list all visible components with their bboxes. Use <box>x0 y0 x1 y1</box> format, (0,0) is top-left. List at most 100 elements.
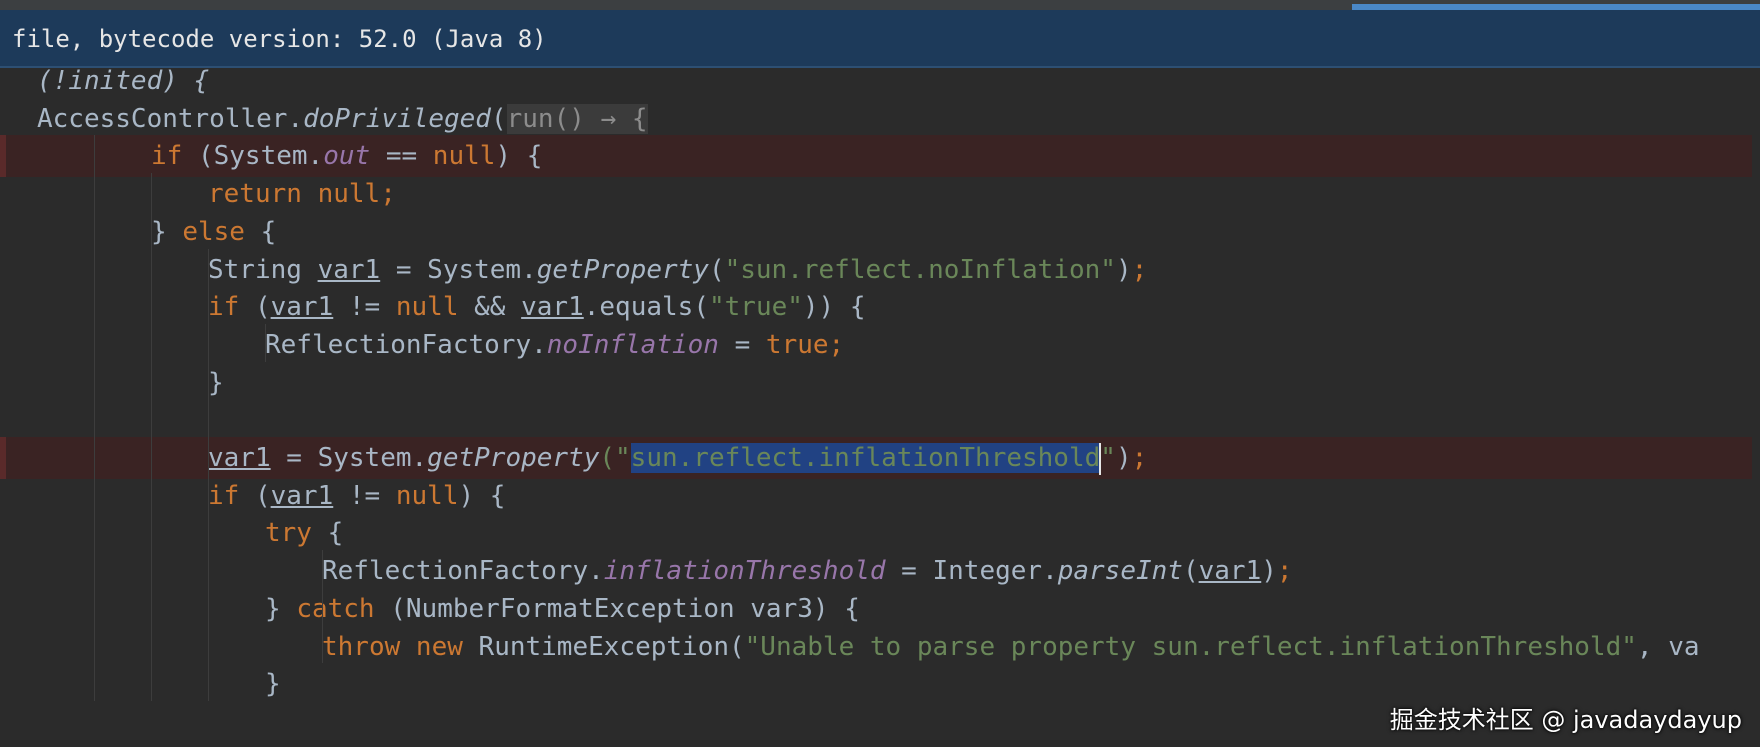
code-token: ; <box>380 179 396 210</box>
code-token: else <box>182 216 245 247</box>
code-token: ( <box>490 103 507 134</box>
code-token: var1 <box>270 480 334 511</box>
code-line[interactable]: } <box>0 663 1760 705</box>
code-token: ) <box>1261 556 1277 587</box>
decompiled-file-banner: file, bytecode version: 52.0 (Java 8) <box>0 10 1760 68</box>
code-token: RuntimeException( <box>462 631 745 662</box>
code-line[interactable]: } catch (NumberFormatException var3) { <box>0 588 1760 630</box>
code-line[interactable]: ReflectionFactory.inflationThreshold = I… <box>0 550 1760 592</box>
gutter[interactable] <box>0 173 6 215</box>
code-text: } else { <box>151 211 276 253</box>
code-token: out <box>323 141 371 172</box>
code-text: if (var1 != null && var1.equals("true"))… <box>208 286 866 328</box>
code-token: getProperty <box>536 254 709 285</box>
code-text: if (var1 != null) { <box>208 475 505 517</box>
code-line[interactable]: if (var1 != null) { <box>0 475 1760 517</box>
code-token: String <box>208 254 318 285</box>
gutter[interactable] <box>0 324 6 366</box>
code-line[interactable]: (!inited) { <box>0 66 1760 102</box>
code-token: var1 <box>208 443 271 473</box>
code-token: ) { <box>495 141 543 172</box>
code-token: ; <box>828 329 845 360</box>
code-token: == <box>370 141 433 172</box>
code-token: var1 <box>270 292 334 323</box>
code-line[interactable]: AccessController.doPrivileged(run() → { <box>0 98 1760 140</box>
code-token: ; <box>1131 443 1148 473</box>
code-token: throw new <box>322 631 463 662</box>
gutter[interactable] <box>0 663 6 705</box>
code-line[interactable]: ReflectionFactory.noInflation = true; <box>0 324 1760 366</box>
gutter[interactable] <box>0 286 6 328</box>
gutter[interactable] <box>0 512 6 554</box>
code-text: String var1 = System.getProperty("sun.re… <box>208 249 1147 291</box>
code-line[interactable]: String var1 = System.getProperty("sun.re… <box>0 249 1760 291</box>
code-text: ReflectionFactory.inflationThreshold = I… <box>322 550 1293 592</box>
gutter[interactable] <box>0 98 6 140</box>
code-token: ; <box>1131 254 1148 285</box>
code-text: try { <box>265 512 343 554</box>
indent-guide <box>265 323 266 362</box>
code-text: } <box>265 663 281 705</box>
code-line[interactable]: return null; <box>0 173 1760 215</box>
code-token: "Unable to parse property sun.reflect.in… <box>744 631 1637 662</box>
code-token: inflationThreshold <box>603 556 886 587</box>
breakpoint-marker[interactable] <box>0 135 6 178</box>
editor-scrollbar[interactable] <box>1752 70 1760 747</box>
code-token: null <box>432 141 496 172</box>
code-token: { <box>244 216 277 247</box>
code-token: ; <box>1276 556 1293 587</box>
code-line[interactable]: } else { <box>0 211 1760 253</box>
gutter[interactable] <box>0 399 6 441</box>
code-token: (" <box>599 443 631 473</box>
code-token: != <box>333 292 396 323</box>
gutter[interactable] <box>0 66 6 102</box>
code-token: ( <box>239 292 271 323</box>
code-text: } <box>208 362 224 404</box>
code-text: (!inited) { <box>37 66 209 102</box>
code-token: = Integer. <box>885 556 1058 587</box>
code-line[interactable]: if (System.out == null) { <box>0 135 1760 178</box>
code-token: } <box>265 669 281 700</box>
code-token: , va <box>1636 631 1700 662</box>
code-token: getProperty <box>427 443 600 473</box>
lambda-hint: run() → { <box>506 103 648 134</box>
code-text: var1 = System.getProperty("sun.reflect.i… <box>208 437 1147 479</box>
top-tab-strip <box>0 0 1760 10</box>
breakpoint-marker[interactable] <box>0 437 6 479</box>
code-token: != <box>333 480 396 511</box>
code-line[interactable]: try { <box>0 512 1760 554</box>
code-token: AccessController. <box>37 103 304 134</box>
code-token: && <box>458 292 522 323</box>
code-editor[interactable]: (!inited) {AccessController.doPrivileged… <box>0 66 1760 747</box>
gutter[interactable] <box>0 362 6 404</box>
code-token: = System. <box>270 443 428 473</box>
code-text: AccessController.doPrivileged(run() → { <box>37 98 648 140</box>
code-token: ) { <box>458 480 506 511</box>
gutter[interactable] <box>0 475 6 517</box>
code-token: doPrivileged <box>303 103 491 134</box>
code-token: { <box>311 518 344 549</box>
gutter[interactable] <box>0 211 6 253</box>
gutter[interactable] <box>0 588 6 630</box>
code-token: true <box>765 329 829 360</box>
code-line[interactable]: if (var1 != null && var1.equals("true"))… <box>0 286 1760 328</box>
code-token: } <box>265 593 297 624</box>
gutter[interactable] <box>0 249 6 291</box>
code-line[interactable]: var1 = System.getProperty("sun.reflect.i… <box>0 437 1760 479</box>
code-token: } <box>208 367 224 398</box>
gutter[interactable] <box>0 626 6 668</box>
code-line[interactable]: } <box>0 362 1760 404</box>
code-token: try <box>265 518 312 549</box>
code-token: ReflectionFactory. <box>265 329 547 360</box>
indent-guide <box>208 248 209 701</box>
code-text: return null; <box>208 173 396 215</box>
code-token: catch <box>296 593 375 624</box>
code-token: (!inited) { <box>37 66 210 96</box>
code-line[interactable] <box>0 399 1760 441</box>
code-token: ( <box>708 254 725 285</box>
code-text: ReflectionFactory.noInflation = true; <box>265 324 844 366</box>
gutter[interactable] <box>0 550 6 592</box>
code-token: if <box>151 141 183 172</box>
code-text: if (System.out == null) { <box>151 135 542 177</box>
code-line[interactable]: throw new RuntimeException("Unable to pa… <box>0 626 1760 668</box>
